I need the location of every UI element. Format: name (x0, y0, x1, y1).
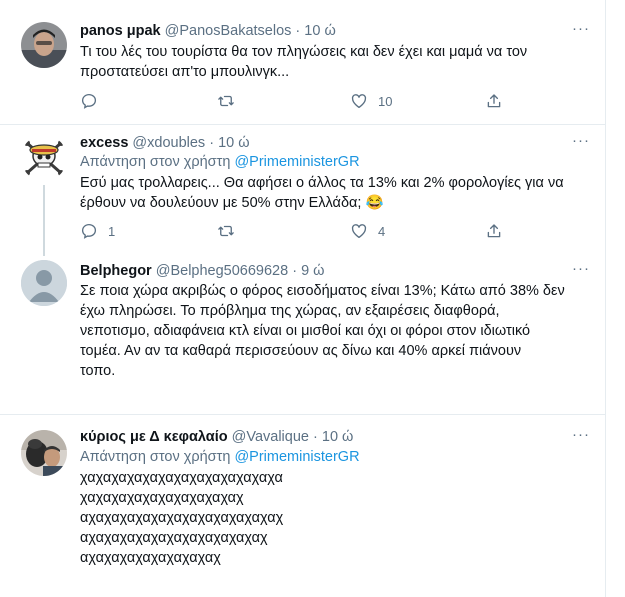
tweet-text-line: αχαχαχαχαχαχαχαχαχαχαχαχ (80, 530, 268, 546)
reply-button[interactable] (80, 91, 108, 111)
more-icon[interactable]: ··· (572, 261, 590, 276)
tweet-text-line: χαχαχαχαχαχαχαχαχαχαχαχαχα (80, 470, 283, 486)
more-icon[interactable]: ··· (572, 427, 590, 442)
reply-context: Απάντηση στον χρήστη @PrimeministerGR (80, 153, 360, 171)
tweet[interactable]: panos μpak @PanosBakatselos · 10 ώ ··· Τ… (0, 0, 605, 124)
like-icon (351, 94, 367, 109)
more-icon[interactable]: ··· (572, 21, 590, 36)
handle[interactable]: @Vavalique (232, 429, 309, 445)
share-button[interactable] (485, 221, 503, 241)
tweet-actions: 1 4 (80, 221, 520, 241)
like-count: 10 (378, 93, 393, 109)
avatar[interactable] (21, 135, 67, 181)
reply-count: 1 (108, 223, 116, 239)
tweet-text-line: Εσύ μας τρολλαρεις... Θα αφήσει ο άλλος … (80, 175, 564, 191)
reply-mention[interactable]: @PrimeministerGR (234, 154, 359, 170)
display-name[interactable]: κύριος με Δ κεφαλαίο (80, 429, 228, 445)
tweet-text-line: τοπο. (80, 363, 116, 379)
tweet-text-line: νεποτισμο, αδιαφάνεια κτλ είναι οι μισθο… (80, 323, 531, 339)
display-name[interactable]: panos μpak (80, 23, 161, 39)
handle[interactable]: @xdoubles (132, 135, 205, 151)
more-icon[interactable]: ··· (572, 133, 590, 148)
reply-icon (81, 93, 97, 109)
thread-line (43, 185, 45, 256)
avatar[interactable] (21, 260, 67, 306)
tweet-text-line: τομέα. Αν αν τα καθαρά περισσεύουν ας δί… (80, 343, 522, 359)
display-name[interactable]: excess (80, 135, 128, 151)
handle[interactable]: @Belpheg50669628 (156, 263, 288, 279)
display-name[interactable]: Belphegor (80, 263, 152, 279)
tweet-header: Belphegor @Belpheg50669628 · 9 ώ (80, 262, 325, 280)
tweet-header: panos μpak @PanosBakatselos · 10 ώ (80, 22, 336, 40)
tweet-text-line: χαχαχαχαχαχαχαχαχαχαχ (80, 490, 244, 506)
tweet-text-line: Τι του λές του τουρίστα θα τον πληγώσεις… (80, 44, 528, 60)
tweet-text: Σε ποια χώρα ακριβώς ο φόρος εισοδήματος… (80, 281, 580, 381)
timestamp[interactable]: 10 ώ (304, 23, 335, 39)
like-button[interactable]: 10 (350, 91, 392, 111)
tweet-actions: 10 (80, 91, 520, 111)
handle[interactable]: @PanosBakatselos (165, 23, 292, 39)
timestamp[interactable]: 9 ώ (301, 263, 324, 279)
avatar[interactable] (21, 22, 67, 68)
tweet[interactable]: excess @xdoubles · 10 ώ ··· Απάντηση στο… (0, 125, 605, 256)
tweet-text-line: αχαχαχαχαχαχαχαχαχαχαχαχαχ (80, 510, 284, 526)
reply-prefix: Απάντηση στον χρήστη (80, 449, 231, 465)
tweet-text: χαχαχαχαχαχαχαχαχαχαχαχαχα χαχαχαχαχαχαχ… (80, 468, 580, 568)
share-button[interactable] (485, 91, 503, 111)
reply-mention[interactable]: @PrimeministerGR (234, 449, 359, 465)
column-border (605, 0, 606, 597)
retweet-icon (218, 95, 234, 107)
timestamp[interactable]: 10 ώ (218, 135, 249, 151)
retweet-icon (218, 225, 234, 237)
reply-prefix: Απάντηση στον χρήστη (80, 154, 231, 170)
share-icon (487, 94, 501, 108)
tweet-text-line: προστατεύσει απ'το μπουλινγκ... (80, 64, 290, 80)
retweet-button[interactable] (217, 91, 245, 111)
reply-button[interactable]: 1 (80, 221, 115, 241)
reply-icon (81, 223, 97, 239)
like-icon (351, 224, 367, 239)
retweet-button[interactable] (217, 221, 245, 241)
tweet-header: κύριος με Δ κεφαλαίο @Vavalique · 10 ώ (80, 428, 353, 446)
avatar[interactable] (21, 430, 67, 476)
tweet-text-line: έχω πληρώσει. Το πρόβλημα της χώρας, αν … (80, 303, 500, 319)
reply-context: Απάντηση στον χρήστη @PrimeministerGR (80, 448, 360, 466)
tweet-text-line: Σε ποια χώρα ακριβώς ο φόρος εισοδήματος… (80, 283, 565, 299)
separator-dot: · (295, 23, 301, 39)
tweet-text-line: αχαχαχαχαχαχαχαχαχ (80, 550, 221, 566)
like-count: 4 (378, 223, 386, 239)
tweet-text: Εσύ μας τρολλαρεις... Θα αφήσει ο άλλος … (80, 173, 580, 213)
separator-dot: · (292, 263, 298, 279)
tweet[interactable]: κύριος με Δ κεφαλαίο @Vavalique · 10 ώ ·… (0, 415, 605, 597)
tweet-text: Τι του λές του τουρίστα θα τον πληγώσεις… (80, 42, 580, 82)
timestamp[interactable]: 10 ώ (322, 429, 353, 445)
separator-dot: · (209, 135, 215, 151)
tweet-text-line: έρθουν να δουλεύουν με 50% στην Ελλάδα; … (80, 195, 384, 211)
share-icon (487, 224, 501, 238)
separator-dot: · (313, 429, 318, 445)
tweet-header: excess @xdoubles · 10 ώ (80, 134, 250, 152)
tweet[interactable]: Belphegor @Belpheg50669628 · 9 ώ ··· Σε … (0, 256, 605, 414)
like-button[interactable]: 4 (350, 221, 385, 241)
